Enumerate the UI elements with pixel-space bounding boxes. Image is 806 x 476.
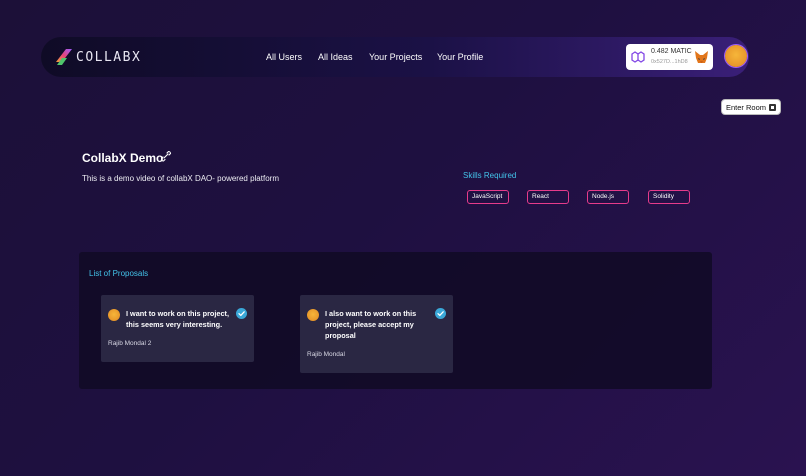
enter-room-button[interactable]: Enter Room: [721, 99, 781, 115]
brand-name[interactable]: COLLABX: [76, 50, 141, 65]
nav-your-profile[interactable]: Your Profile: [437, 52, 483, 62]
skills-required-label: Skills Required: [463, 171, 517, 180]
project-description: This is a demo video of collabX DAO- pow…: [82, 174, 279, 183]
proposal-avatar: [307, 309, 319, 321]
nav-all-ideas[interactable]: All Ideas: [318, 52, 353, 62]
nav-all-users[interactable]: All Users: [266, 52, 302, 62]
proposal-card[interactable]: I want to work on this project, this see…: [101, 295, 254, 362]
collabx-logo-icon[interactable]: [53, 46, 75, 68]
proposal-avatar: [108, 309, 120, 321]
proposals-panel: List of Proposals I want to work on this…: [79, 252, 712, 389]
skill-tag: Solidity: [648, 190, 690, 204]
proposals-title: List of Proposals: [89, 269, 149, 278]
enter-icon: [769, 104, 776, 111]
navbar: COLLABX All Users All Ideas Your Project…: [41, 37, 749, 77]
metamask-fox-icon: [695, 51, 708, 63]
wallet-address: 0x527D...1hD8: [651, 59, 688, 65]
polygon-icon: [631, 51, 645, 63]
wallet-button[interactable]: 0.482 MATIC 0x527D...1hD8: [626, 44, 713, 70]
proposal-author: Rajib Mondal: [307, 351, 345, 358]
skill-tag: JavaScript: [467, 190, 509, 204]
enter-room-label: Enter Room: [726, 103, 767, 112]
profile-avatar[interactable]: [725, 45, 747, 67]
proposal-card[interactable]: I also want to work on this project, ple…: [300, 295, 453, 373]
check-circle-icon[interactable]: [435, 308, 446, 319]
project-title: CollabX Demo: [82, 151, 164, 165]
check-circle-icon[interactable]: [236, 308, 247, 319]
nav-your-projects[interactable]: Your Projects: [369, 52, 422, 62]
proposal-message: I also want to work on this project, ple…: [325, 309, 417, 340]
link-icon[interactable]: [159, 149, 173, 163]
skill-tag: Node.js: [587, 190, 629, 204]
proposal-message: I want to work on this project, this see…: [126, 309, 229, 329]
proposal-author: Rajib Mondal 2: [108, 340, 152, 347]
skill-tag: React: [527, 190, 569, 204]
wallet-balance: 0.482 MATIC: [651, 48, 692, 55]
